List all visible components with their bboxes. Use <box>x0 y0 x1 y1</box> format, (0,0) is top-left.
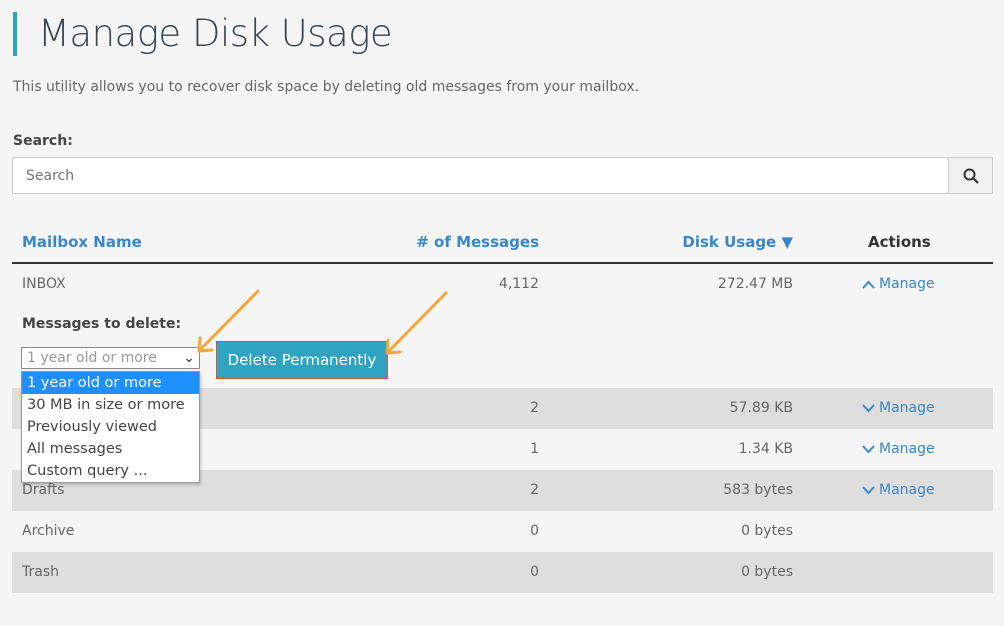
mailbox-name: Archive <box>22 523 75 539</box>
message-count: 2 <box>530 482 539 498</box>
disk-usage: 1.34 KB <box>738 441 793 457</box>
manage-link[interactable]: Manage <box>862 470 935 510</box>
search-button[interactable] <box>948 157 993 194</box>
table-row: INBOX 4,112 272.47 MB Manage <box>12 264 993 305</box>
messages-to-delete-label: Messages to delete: <box>22 316 182 332</box>
message-count: 0 <box>530 523 539 539</box>
page-description: This utility allows you to recover disk … <box>13 79 640 95</box>
delete-permanently-button[interactable]: Delete Permanently <box>216 341 388 379</box>
manage-label: Manage <box>879 276 935 292</box>
message-count: 0 <box>530 564 539 580</box>
chevron-down-icon <box>862 403 875 412</box>
sort-messages[interactable]: # of Messages <box>416 233 539 251</box>
disk-usage: 0 bytes <box>741 564 793 580</box>
manage-link[interactable]: Manage <box>862 388 935 428</box>
option[interactable]: All messages <box>22 438 199 460</box>
disk-usage: 57.89 KB <box>729 400 793 416</box>
delete-criteria-dropdown: 1 year old or more 30 MB in size or more… <box>21 371 200 483</box>
manage-link[interactable]: Manage <box>862 264 935 304</box>
manage-label: Manage <box>879 441 935 457</box>
chevron-down-icon <box>862 444 875 453</box>
page-title: Manage Disk Usage <box>13 12 393 56</box>
search-label: Search: <box>13 133 73 149</box>
table-row: Trash 0 0 bytes <box>12 552 993 593</box>
option[interactable]: Custom query ... <box>22 460 199 482</box>
table-row: Archive 0 0 bytes <box>12 511 993 552</box>
option[interactable]: 30 MB in size or more <box>22 394 199 416</box>
mailbox-name: Trash <box>22 564 59 580</box>
chevron-down-icon: ⌄ <box>183 350 195 366</box>
manage-label: Manage <box>879 482 935 498</box>
delete-criteria-select[interactable]: 1 year old or more ⌄ <box>21 347 200 369</box>
chevron-down-icon <box>862 485 875 494</box>
mailbox-name: INBOX <box>22 276 66 292</box>
sort-disk-usage[interactable]: Disk Usage ▼ <box>682 233 793 251</box>
disk-usage: 272.47 MB <box>717 276 793 292</box>
table-header: Mailbox Name # of Messages Disk Usage ▼ … <box>12 222 993 264</box>
message-count: 4,112 <box>498 276 539 292</box>
manage-link[interactable]: Manage <box>862 429 935 469</box>
search-icon <box>963 168 979 184</box>
manage-label: Manage <box>879 400 935 416</box>
disk-usage: 0 bytes <box>741 523 793 539</box>
message-count: 1 <box>530 441 539 457</box>
option[interactable]: Previously viewed <box>22 416 199 438</box>
message-count: 2 <box>530 400 539 416</box>
option[interactable]: 1 year old or more <box>22 372 199 394</box>
disk-usage: 583 bytes <box>723 482 793 498</box>
select-value: 1 year old or more <box>27 350 157 366</box>
actions-header: Actions <box>868 233 931 251</box>
chevron-up-icon <box>862 280 875 289</box>
sort-mailbox-name[interactable]: Mailbox Name <box>22 233 142 251</box>
search-input[interactable] <box>12 157 949 194</box>
